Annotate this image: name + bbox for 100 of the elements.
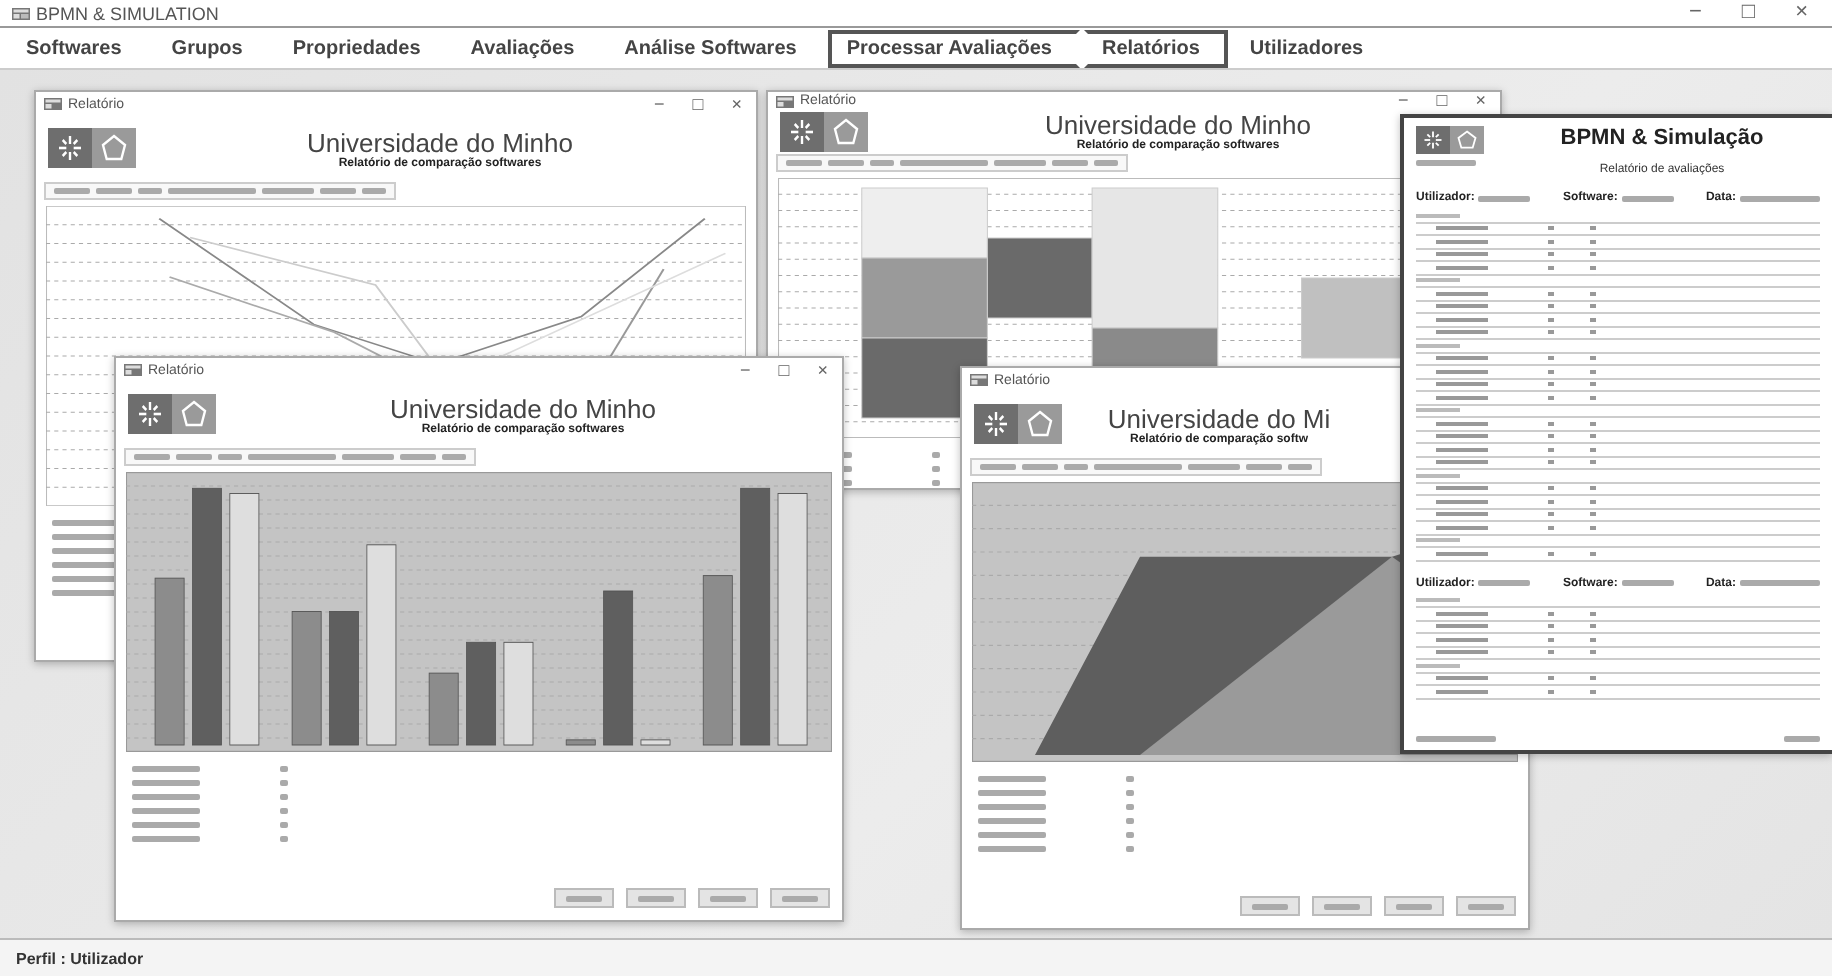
blurred-text-drawing [132, 766, 200, 772]
chart-bar [861, 187, 988, 259]
blurred-text-drawing [1252, 903, 1288, 909]
button[interactable] [1312, 896, 1372, 916]
logo-icon [48, 128, 136, 168]
app-icon [12, 7, 30, 19]
button[interactable] [770, 888, 830, 908]
button[interactable] [1240, 896, 1300, 916]
chart-bar [640, 739, 671, 746]
tab-strip[interactable] [970, 458, 1322, 476]
maximize-button[interactable]: □ [1430, 92, 1454, 110]
blurred-text-drawing [1416, 160, 1476, 166]
chart-bar [861, 257, 988, 339]
blurred-text-drawing [978, 804, 1046, 810]
status-text: Perfil : Utilizador [16, 949, 144, 967]
tab-strip[interactable] [776, 154, 1128, 172]
blurred-text-drawing [132, 808, 200, 814]
blurred-text-drawing [362, 188, 386, 194]
close-button[interactable]: × [725, 95, 748, 113]
button[interactable] [554, 888, 614, 908]
close-button[interactable]: × [811, 361, 834, 379]
blurred-text-drawing [1739, 195, 1820, 201]
menu-item[interactable]: Processar Avaliações [828, 29, 1080, 67]
blurred-text-drawing [1416, 736, 1496, 742]
blurred-text-drawing [262, 188, 314, 194]
blurred-text-drawing [710, 895, 746, 901]
tab-strip[interactable] [124, 448, 476, 466]
menu-item[interactable]: Propriedades [274, 29, 449, 67]
blurred-text-drawing [870, 160, 894, 166]
document-heading: BPMN & Simulação [1560, 126, 1764, 150]
blurred-text-drawing [1052, 160, 1088, 166]
blurred-text-drawing [320, 188, 356, 194]
blurred-text-drawing [1621, 580, 1674, 586]
maximize-button[interactable]: □ [686, 95, 710, 113]
button[interactable] [1456, 896, 1516, 916]
blurred-text-drawing [132, 780, 200, 786]
blurred-text-drawing [54, 188, 90, 194]
report-heading: Universidade do Minho [390, 393, 656, 423]
window-title: BPMN & SIMULATION [36, 3, 219, 23]
minimize-button[interactable]: − [648, 95, 671, 113]
chart-bar [565, 739, 596, 746]
blurred-text-drawing [786, 160, 822, 166]
chart-bar [503, 641, 534, 746]
blurred-text-drawing [248, 454, 336, 460]
blurred-text-drawing [978, 846, 1046, 852]
blurred-text-drawing [176, 454, 212, 460]
minimize-button[interactable]: − [1676, 2, 1714, 24]
maximize-button[interactable]: □ [1729, 2, 1768, 24]
minimize-button[interactable]: − [734, 361, 757, 379]
button[interactable] [1384, 896, 1444, 916]
blurred-text-drawing [828, 160, 864, 166]
blurred-text-drawing [132, 822, 200, 828]
menu-item[interactable]: Análise Softwares [606, 29, 825, 67]
close-button[interactable]: × [1469, 92, 1492, 110]
tab-strip[interactable] [44, 182, 396, 200]
blurred-text-drawing [566, 895, 602, 901]
blurred-text-drawing [1094, 160, 1118, 166]
blurred-text-drawing [1621, 195, 1674, 201]
button[interactable] [698, 888, 758, 908]
app-icon [970, 374, 988, 386]
chart-bar [466, 641, 497, 746]
blurred-text-drawing [1324, 903, 1360, 909]
menu-item[interactable]: Softwares [8, 29, 150, 67]
chart-bar [428, 672, 459, 746]
blurred-text-drawing [442, 454, 466, 460]
menu-item[interactable]: Avaliações [452, 29, 603, 67]
blurred-text-drawing [134, 454, 170, 460]
blurred-text-drawing [994, 160, 1046, 166]
blurred-text-drawing [638, 895, 674, 901]
chart-bar [291, 611, 322, 746]
blurred-text-drawing [218, 454, 242, 460]
blurred-text-drawing [978, 790, 1046, 796]
blurred-text-drawing [342, 454, 394, 460]
minimize-button[interactable]: − [1392, 92, 1415, 110]
blurred-text-drawing [978, 832, 1046, 838]
menu-item[interactable]: Grupos [153, 29, 271, 67]
blurred-text-drawing [1396, 903, 1432, 909]
maximize-button[interactable]: □ [772, 361, 796, 379]
blurred-text-drawing [400, 454, 436, 460]
blurred-text-drawing [1094, 464, 1182, 470]
blurred-text-drawing [132, 794, 200, 800]
button[interactable] [626, 888, 686, 908]
blurred-text-drawing [978, 776, 1046, 782]
report-heading: Universidade do Minho [307, 127, 573, 157]
blurred-text-drawing [1478, 195, 1531, 201]
blurred-text-drawing [1468, 903, 1504, 909]
menu-item[interactable]: Utilizadores [1231, 29, 1392, 67]
close-button[interactable]: × [1783, 2, 1820, 24]
blurred-text-drawing [980, 464, 1016, 470]
logo-icon [1416, 126, 1484, 154]
blurred-text-drawing [138, 188, 162, 194]
logo-icon [780, 111, 868, 151]
logo-icon [128, 394, 216, 434]
blurred-text-drawing [132, 836, 200, 842]
blurred-text-drawing [168, 188, 256, 194]
logo-icon [974, 404, 1062, 444]
chart-bar [329, 611, 359, 746]
blurred-text-drawing [1064, 464, 1088, 470]
blurred-text-drawing [1478, 580, 1531, 586]
blurred-text-drawing [900, 160, 988, 166]
